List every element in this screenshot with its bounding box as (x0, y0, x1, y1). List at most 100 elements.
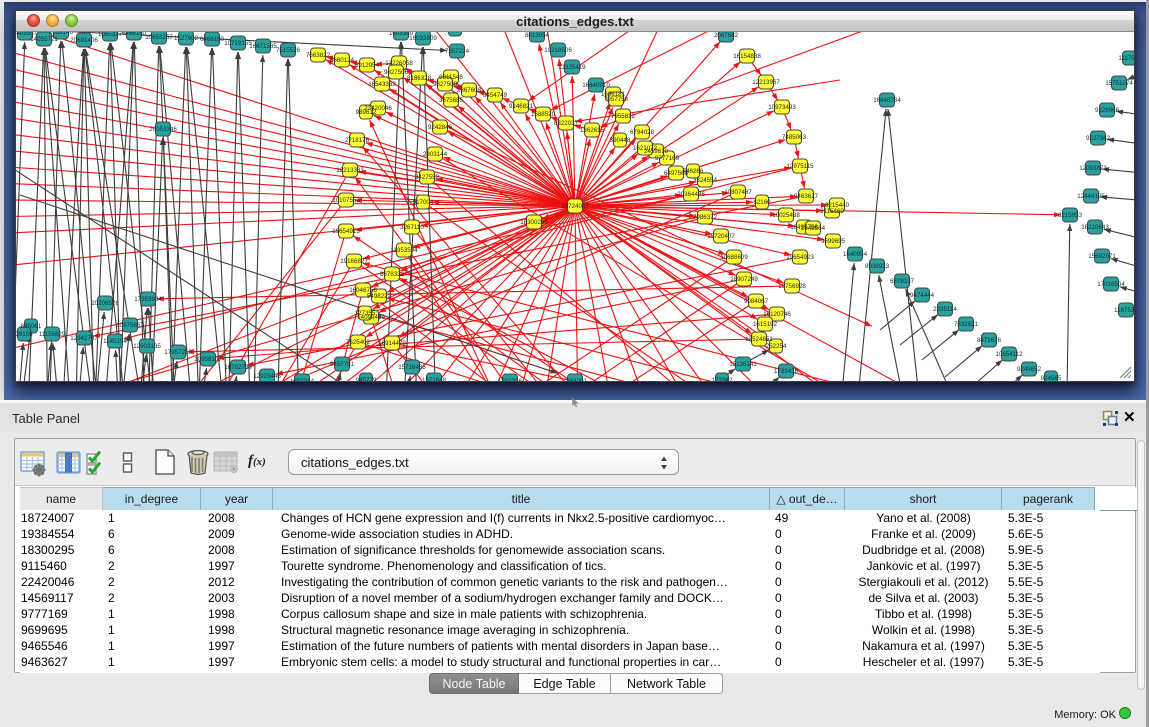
svg-text:1621072: 1621072 (633, 145, 658, 152)
svg-text:2069146: 2069146 (49, 32, 74, 36)
svg-text:9115460: 9115460 (820, 208, 844, 215)
svg-text:9084067: 9084067 (744, 298, 769, 305)
svg-text:16640910: 16640910 (582, 82, 610, 89)
svg-text:9146821: 9146821 (509, 103, 534, 110)
svg-text:9215440: 9215440 (825, 202, 850, 209)
svg-text:7515526: 7515526 (276, 47, 301, 54)
svg-text:12213383: 12213383 (336, 167, 364, 174)
svg-text:8678332: 8678332 (380, 271, 405, 278)
svg-text:6794028: 6794028 (630, 129, 655, 136)
svg-text:1571648: 1571648 (422, 377, 447, 381)
svg-text:15136141: 15136141 (729, 361, 757, 368)
svg-text:8454749: 8454749 (483, 92, 508, 99)
svg-text:6466160: 6466160 (200, 36, 225, 43)
svg-text:7955812: 7955812 (611, 113, 636, 120)
svg-text:16210643: 16210643 (1081, 224, 1109, 231)
svg-text:9699695: 9699695 (821, 238, 846, 245)
svg-text:10688609: 10688609 (720, 254, 748, 261)
svg-text:9474444: 9474444 (910, 292, 935, 299)
svg-text:945779: 945779 (356, 377, 377, 381)
svg-text:20206576: 20206576 (91, 300, 119, 307)
svg-text:8938923: 8938923 (865, 263, 890, 270)
svg-text:10719155: 10719155 (224, 40, 252, 47)
svg-text:11325419: 11325419 (558, 64, 586, 71)
svg-text:7663822: 7663822 (306, 52, 331, 59)
svg-text:8427552: 8427552 (415, 174, 440, 181)
svg-text:9827506: 9827506 (384, 69, 409, 76)
svg-text:10973493: 10973493 (768, 104, 796, 111)
svg-text:1065327: 1065327 (98, 32, 123, 38)
svg-text:9777169: 9777169 (655, 155, 680, 162)
svg-text:17016504: 17016504 (1097, 281, 1125, 288)
svg-text:14055721: 14055721 (30, 36, 58, 43)
svg-text:10958107: 10958107 (194, 356, 222, 363)
svg-text:8813054: 8813054 (525, 32, 550, 39)
svg-text:1588520: 1588520 (531, 111, 556, 118)
svg-text:1527602: 1527602 (174, 35, 199, 42)
svg-text:1117544: 1117544 (1118, 55, 1134, 62)
svg-text:7357224: 7357224 (445, 48, 470, 55)
svg-text:11353594: 11353594 (390, 247, 418, 254)
svg-text:16120746: 16120746 (763, 311, 791, 318)
svg-text:12213967: 12213967 (752, 79, 780, 86)
svg-text:3267110: 3267110 (400, 224, 424, 231)
svg-text:16648784: 16648784 (873, 97, 901, 104)
svg-text:5498222: 5498222 (367, 293, 392, 300)
svg-text:835061: 835061 (21, 323, 42, 330)
svg-text:7364201: 7364201 (563, 378, 588, 381)
svg-text:7986372: 7986372 (693, 214, 718, 221)
svg-text:18724007: 18724007 (561, 203, 589, 210)
svg-text:10807487: 10807487 (724, 189, 752, 196)
svg-text:6497568: 6497568 (664, 170, 689, 177)
svg-text:7957758: 7957758 (604, 96, 629, 103)
svg-text:12942757: 12942757 (70, 335, 98, 342)
svg-text:989612: 989612 (356, 109, 377, 116)
svg-text:9242846: 9242846 (428, 124, 453, 131)
svg-text:19756928: 19756928 (778, 283, 806, 290)
svg-text:13524851: 13524851 (745, 336, 773, 343)
svg-text:6466160: 6466160 (122, 32, 147, 37)
svg-text:173342: 173342 (712, 377, 733, 381)
svg-text:7632621: 7632621 (954, 321, 979, 328)
svg-text:9827508: 9827508 (433, 81, 458, 88)
svg-text:16782759: 16782759 (224, 364, 252, 371)
svg-text:15751074: 15751074 (1105, 80, 1133, 87)
svg-text:8912954: 8912954 (355, 62, 380, 69)
svg-text:9245652: 9245652 (1017, 366, 1042, 373)
svg-text:1362615: 1362615 (580, 127, 605, 134)
svg-text:16671385: 16671385 (249, 43, 277, 50)
svg-text:390448: 390448 (610, 137, 631, 144)
svg-text:15716485: 15716485 (398, 364, 426, 371)
svg-text:8186328: 8186328 (407, 75, 432, 82)
svg-text:15720407: 15720407 (707, 233, 735, 240)
svg-text:7485063: 7485063 (782, 134, 807, 141)
svg-text:16914479: 16914479 (378, 340, 406, 347)
svg-text:20691406: 20691406 (70, 37, 98, 44)
svg-text:3675685: 3675685 (439, 97, 464, 104)
svg-text:2935114: 2935114 (933, 306, 957, 313)
svg-text:17957213: 17957213 (164, 349, 192, 356)
svg-text:12093873: 12093873 (1079, 165, 1107, 172)
svg-text:8471676: 8471676 (977, 337, 1002, 344)
svg-text:9457791: 9457791 (330, 361, 355, 368)
svg-text:7625402: 7625402 (346, 339, 371, 346)
svg-text:10653267: 10653267 (145, 34, 173, 41)
svg-text:18907249: 18907249 (730, 276, 758, 283)
svg-text:39159: 39159 (16, 331, 33, 338)
svg-text:917004: 917004 (413, 199, 434, 206)
svg-text:17353934: 17353934 (134, 296, 162, 303)
svg-text:10975867: 10975867 (116, 322, 144, 329)
svg-text:20053346: 20053346 (149, 126, 177, 133)
svg-text:19654923: 19654923 (786, 254, 814, 261)
svg-text:2803144: 2803144 (423, 151, 448, 158)
svg-text:9463627: 9463627 (794, 193, 819, 200)
svg-text:1145194: 1145194 (103, 338, 127, 345)
svg-text:11156829: 11156829 (39, 331, 66, 338)
svg-text:1167533: 1167533 (1114, 307, 1134, 314)
svg-text:3324554: 3324554 (693, 177, 718, 184)
svg-text:19166827: 19166827 (340, 258, 368, 265)
svg-text:1292344: 1292344 (290, 378, 315, 381)
svg-text:6879197: 6879197 (890, 278, 915, 285)
svg-text:16154838: 16154838 (733, 53, 761, 60)
svg-text:8215953: 8215953 (1058, 212, 1083, 219)
